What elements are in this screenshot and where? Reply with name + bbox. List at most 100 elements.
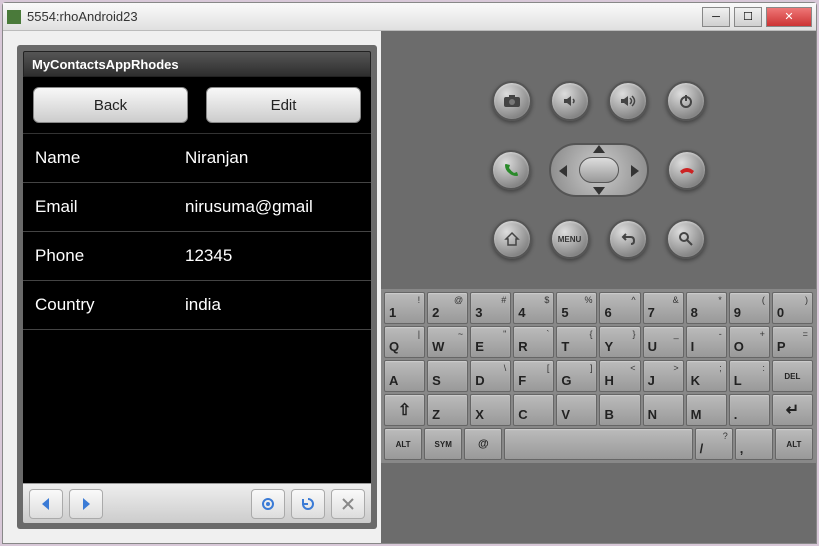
- dpad: [549, 135, 649, 205]
- key-V[interactable]: V: [556, 394, 597, 426]
- key-8[interactable]: 8*: [686, 292, 727, 324]
- value-country: india: [185, 295, 359, 315]
- key-row-1: 1!2@3#4$5%6^7&8*9(0): [384, 292, 813, 324]
- key-L[interactable]: L:: [729, 360, 770, 392]
- dpad-right[interactable]: [631, 165, 639, 177]
- key-row-5: ALT SYM @ /? , ALT: [384, 428, 813, 460]
- key-3[interactable]: 3#: [470, 292, 511, 324]
- app-title: MyContactsAppRhodes: [23, 51, 371, 77]
- row-email: Email nirusuma@gmail: [23, 183, 371, 232]
- dpad-center[interactable]: [579, 157, 619, 183]
- tools-button[interactable]: [331, 489, 365, 519]
- home-hw-button[interactable]: [492, 219, 532, 259]
- value-name: Niranjan: [185, 148, 359, 168]
- window-titlebar: 5554:rhoAndroid23 ─ ☐ ✕: [3, 3, 816, 31]
- key-Q[interactable]: Q|: [384, 326, 425, 358]
- app-icon: [7, 10, 21, 24]
- key-O[interactable]: O+: [729, 326, 770, 358]
- label-phone: Phone: [35, 246, 185, 266]
- key-5[interactable]: 5%: [556, 292, 597, 324]
- key-N[interactable]: N: [643, 394, 684, 426]
- key-M[interactable]: M: [686, 394, 727, 426]
- window-title: 5554:rhoAndroid23: [27, 9, 698, 24]
- key-6[interactable]: 6^: [599, 292, 640, 324]
- dpad-up[interactable]: [593, 145, 605, 153]
- key-sym[interactable]: SYM: [424, 428, 462, 460]
- key-↵[interactable]: ↵: [772, 394, 813, 426]
- row-name: Name Niranjan: [23, 134, 371, 183]
- key-T[interactable]: T{: [556, 326, 597, 358]
- key-alt-right[interactable]: ALT: [775, 428, 813, 460]
- power-button[interactable]: [666, 81, 706, 121]
- row-phone: Phone 12345: [23, 232, 371, 281]
- key-comma[interactable]: ,: [735, 428, 773, 460]
- key-D[interactable]: D\: [470, 360, 511, 392]
- value-email: nirusuma@gmail: [185, 197, 359, 217]
- label-email: Email: [35, 197, 185, 217]
- key-2[interactable]: 2@: [427, 292, 468, 324]
- key-B[interactable]: B: [599, 394, 640, 426]
- key-row-3: ASD\F[G]H<J>K;L:DEL: [384, 360, 813, 392]
- key-H[interactable]: H<: [599, 360, 640, 392]
- nav-back-button[interactable]: [29, 489, 63, 519]
- dpad-left[interactable]: [559, 165, 567, 177]
- key-9[interactable]: 9(: [729, 292, 770, 324]
- value-phone: 12345: [185, 246, 359, 266]
- key-at[interactable]: @: [464, 428, 502, 460]
- label-country: Country: [35, 295, 185, 315]
- key-row-4: ⇧ZXCVBNM.↵: [384, 394, 813, 426]
- control-row-3: MENU: [492, 219, 706, 259]
- app-button-row: Back Edit: [23, 77, 371, 134]
- close-button[interactable]: ✕: [766, 7, 812, 27]
- search-hw-button[interactable]: [666, 219, 706, 259]
- key-U[interactable]: U_: [643, 326, 684, 358]
- camera-button[interactable]: [492, 81, 532, 121]
- key-S[interactable]: S: [427, 360, 468, 392]
- key-4[interactable]: 4$: [513, 292, 554, 324]
- menu-hw-button[interactable]: MENU: [550, 219, 590, 259]
- key-F[interactable]: F[: [513, 360, 554, 392]
- key-P[interactable]: P=: [772, 326, 813, 358]
- key-J[interactable]: J>: [643, 360, 684, 392]
- hardware-pane: MENU 1!2@3#4$5%6^7&8*9(0) Q|W~E"R`T{Y}U_…: [381, 31, 816, 543]
- nav-forward-button[interactable]: [69, 489, 103, 519]
- volume-up-button[interactable]: [608, 81, 648, 121]
- phone-screen: MyContactsAppRhodes Back Edit Name Niran…: [17, 45, 377, 529]
- key-⇧[interactable]: ⇧: [384, 394, 425, 426]
- key-I[interactable]: I-: [686, 326, 727, 358]
- key-Y[interactable]: Y}: [599, 326, 640, 358]
- key-K[interactable]: K;: [686, 360, 727, 392]
- back-hw-button[interactable]: [608, 219, 648, 259]
- edit-button[interactable]: Edit: [206, 87, 361, 123]
- back-button[interactable]: Back: [33, 87, 188, 123]
- dpad-down[interactable]: [593, 187, 605, 195]
- key-DEL[interactable]: DEL: [772, 360, 813, 392]
- control-row-1: [492, 81, 706, 121]
- key-W[interactable]: W~: [427, 326, 468, 358]
- key-A[interactable]: A: [384, 360, 425, 392]
- key-Z[interactable]: Z: [427, 394, 468, 426]
- key-0[interactable]: 0): [772, 292, 813, 324]
- key-space[interactable]: [504, 428, 692, 460]
- volume-down-button[interactable]: [550, 81, 590, 121]
- key-7[interactable]: 7&: [643, 292, 684, 324]
- key-C[interactable]: C: [513, 394, 554, 426]
- row-country: Country india: [23, 281, 371, 330]
- key-slash[interactable]: /?: [695, 428, 733, 460]
- key-E[interactable]: E": [470, 326, 511, 358]
- emulator-window: 5554:rhoAndroid23 ─ ☐ ✕ MyContactsAppRho…: [2, 2, 817, 544]
- end-call-button[interactable]: [667, 150, 707, 190]
- call-button[interactable]: [491, 150, 531, 190]
- key-alt-left[interactable]: ALT: [384, 428, 422, 460]
- key-R[interactable]: R`: [513, 326, 554, 358]
- refresh-button[interactable]: [291, 489, 325, 519]
- browser-toolbar: [23, 483, 371, 523]
- minimize-button[interactable]: ─: [702, 7, 730, 27]
- maximize-button[interactable]: ☐: [734, 7, 762, 27]
- key-X[interactable]: X: [470, 394, 511, 426]
- key-row-2: Q|W~E"R`T{Y}U_I-O+P=: [384, 326, 813, 358]
- home-button[interactable]: [251, 489, 285, 519]
- key-.[interactable]: .: [729, 394, 770, 426]
- key-1[interactable]: 1!: [384, 292, 425, 324]
- key-G[interactable]: G]: [556, 360, 597, 392]
